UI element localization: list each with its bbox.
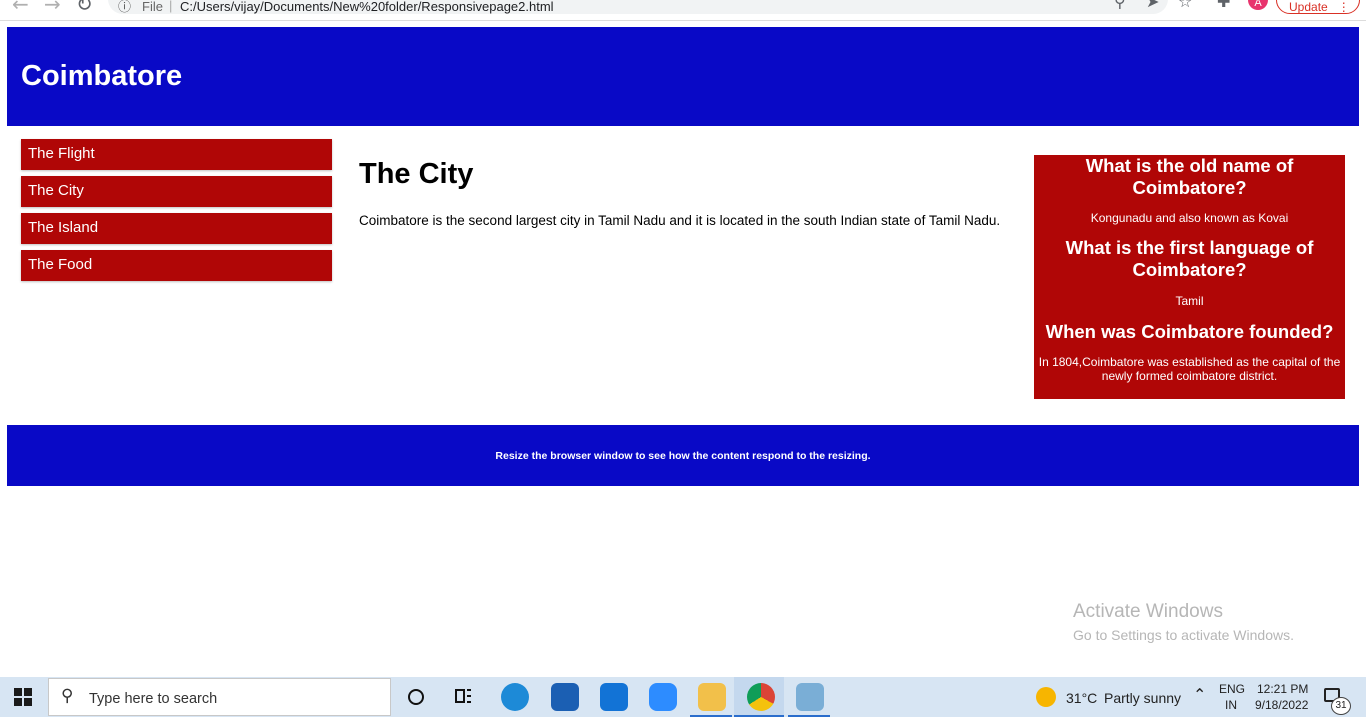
faq-answer: Tamil [1175,294,1204,308]
url-separator: | [169,0,173,13]
language-indicator[interactable]: ENG [1219,682,1245,696]
region-indicator[interactable]: IN [1225,698,1237,712]
faq-answer: In 1804,Coimbatore was established as th… [1038,355,1341,383]
weather-sun-icon[interactable] [1036,687,1056,707]
main-heading: The City [359,158,474,190]
faq-aside: What is the old name of Coimbatore? Kong… [1034,155,1345,399]
site-footer: Resize the browser window to see how the… [7,425,1359,486]
bookmark-star-icon[interactable]: ☆ [1178,0,1192,11]
taskbar: ⚲ Type here to search 31°C Partly sunny … [0,677,1366,717]
activate-windows-watermark: Activate Windows Go to Settings to activ… [1073,601,1294,643]
taskbar-search-placeholder: Type here to search [89,691,218,707]
task-view-icon[interactable] [455,689,471,703]
profile-avatar[interactable]: A [1248,0,1268,10]
menu-item-flight[interactable]: The Flight [21,139,332,170]
windows-start-icon[interactable] [14,688,32,706]
notification-badge: 31 [1331,697,1351,715]
browser-toolbar: ← → ↻ ⓘ File | C:/Users/vijay/Documents/… [0,0,1366,21]
main-paragraph: Coimbatore is the second largest city in… [359,213,1001,228]
footer-text: Resize the browser window to see how the… [495,450,871,462]
site-title: Coimbatore [21,60,183,92]
forward-icon[interactable]: → [44,0,61,16]
main-content: The City Coimbatore is the second larges… [359,158,1009,228]
url-text[interactable]: C:/Users/vijay/Documents/New%20folder/Re… [180,0,554,14]
menu-item-food[interactable]: The Food [21,250,332,281]
notepad-icon[interactable] [796,683,824,711]
faq-question: What is the old name of Coimbatore? [1085,155,1294,198]
clock-time[interactable]: 12:21 PM [1257,682,1308,696]
faq-answer: Kongunadu and also known as Kovai [1090,211,1289,225]
site-header: Coimbatore [7,27,1359,126]
address-bar[interactable]: ⓘ File | C:/Users/vijay/Documents/New%20… [108,0,1168,15]
faq-question: When was Coimbatore founded? [1045,321,1334,342]
menu-item-city[interactable]: The City [21,176,332,207]
update-button[interactable]: Update ⋮ [1276,0,1360,14]
share-icon[interactable]: ➤ [1146,0,1159,11]
watermark-subtitle: Go to Settings to activate Windows. [1073,627,1294,643]
search-icon: ⚲ [61,686,74,706]
weather-description[interactable]: Partly sunny [1104,690,1181,706]
back-icon[interactable]: ← [12,0,29,16]
chevron-up-icon[interactable]: ⌃ [1193,685,1206,704]
store-icon[interactable] [551,683,579,711]
update-label: Update [1289,0,1328,14]
edge-icon[interactable] [501,683,529,711]
reload-icon[interactable]: ↻ [76,0,93,16]
clock-date[interactable]: 9/18/2022 [1255,698,1308,712]
zoom-app-icon[interactable] [649,683,677,711]
zoom-icon[interactable]: ⚲ [1114,0,1126,11]
file-explorer-icon[interactable] [698,683,726,711]
faq-question: What is the first language of Coimbatore… [1065,237,1314,280]
url-scheme: File [142,0,163,14]
watermark-title: Activate Windows [1073,601,1223,622]
weather-temperature[interactable]: 31°C [1066,690,1097,706]
extensions-icon[interactable]: ✚ [1217,0,1230,11]
mail-icon[interactable] [600,683,628,711]
side-menu: The Flight The City The Island The Food [21,139,332,287]
menu-item-island[interactable]: The Island [21,213,332,244]
taskbar-search-box[interactable]: ⚲ Type here to search [48,678,391,716]
cortana-icon[interactable] [408,689,424,705]
info-icon[interactable]: ⓘ [118,0,131,15]
chrome-icon[interactable] [747,683,775,711]
